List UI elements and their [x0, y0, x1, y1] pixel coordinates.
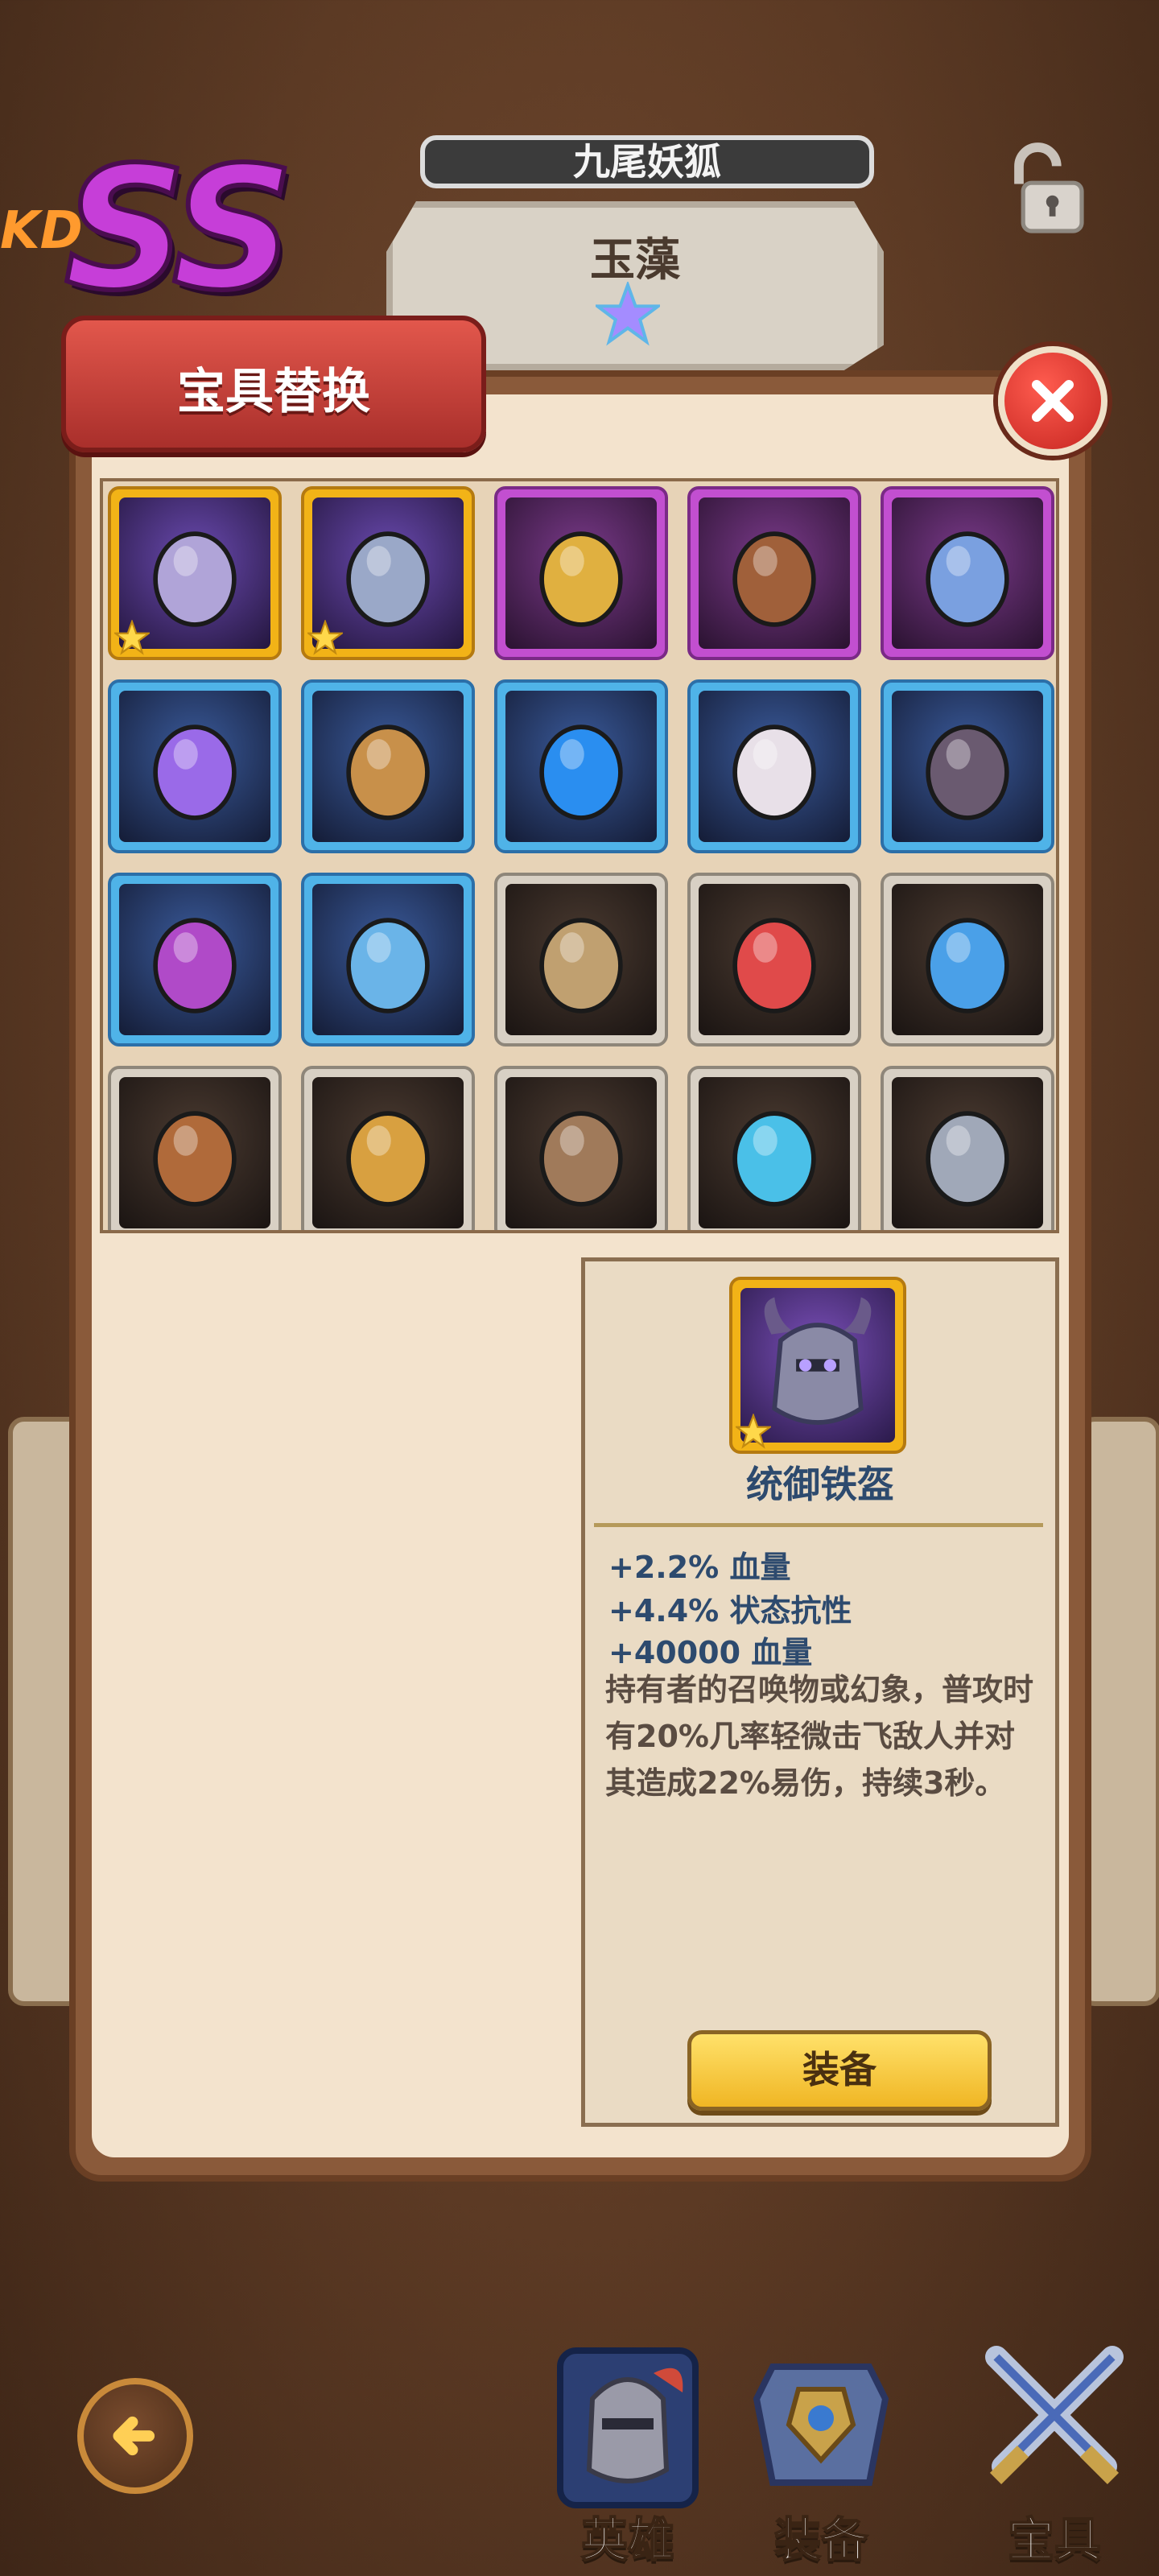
artifact-slot-golden-gauntlet[interactable] [494, 486, 668, 660]
artifact-slot-spiked-steel-armor[interactable] [301, 486, 475, 660]
stat-line: +40000 血量 [608, 1635, 813, 1670]
artifact-slot-bow[interactable] [108, 1066, 282, 1230]
stat-line: +2.2% 血量 [608, 1550, 791, 1585]
back-button[interactable] [77, 2378, 193, 2494]
red-crystal-icon [699, 884, 850, 1035]
artifact-slot-winged-dark-helmet[interactable] [687, 486, 861, 660]
water-drop-icon [505, 691, 657, 842]
rank-badge: SS [62, 130, 296, 328]
stat-line: +4.4% 状态抗性 [608, 1593, 852, 1629]
iron-sword-icon [892, 1077, 1043, 1228]
artifact-grid [100, 478, 1059, 1233]
artifact-slot-crystal-mace[interactable] [881, 486, 1054, 660]
artifact-slot-leather-armor[interactable] [494, 1066, 668, 1230]
knight-helmet-icon [557, 2347, 699, 2508]
artifact-slot-white-robe[interactable] [687, 679, 861, 853]
golden-gauntlet-icon [505, 497, 657, 649]
nav-equipment[interactable]: 装备 [724, 2334, 918, 2576]
hero-name: 九尾妖狐 [420, 135, 874, 188]
artifact-slot-bronze-ring[interactable] [494, 873, 668, 1046]
crystal-staff-icon [699, 1077, 850, 1228]
crystal-mace-icon [892, 497, 1043, 649]
leather-armor-icon [505, 1077, 657, 1228]
star-icon [114, 620, 150, 655]
bow-icon [119, 1077, 270, 1228]
back-arrow-icon [113, 2416, 155, 2456]
amethyst-ring-icon [119, 691, 270, 842]
artifact-slot-blue-crystal[interactable] [881, 873, 1054, 1046]
close-x-icon [1032, 380, 1074, 422]
star-rating-icon [596, 282, 660, 346]
nav-equipment-label: 装备 [773, 2512, 868, 2568]
bronze-ring-icon [505, 884, 657, 1035]
star-icon [736, 1414, 771, 1449]
nav-hero-label: 英雄 [580, 2512, 675, 2568]
artifact-slot-water-drop[interactable] [494, 679, 668, 853]
selected-artifact-icon [729, 1277, 906, 1454]
winged-dark-helmet-icon [699, 497, 850, 649]
artifact-slot-horned-dark-helmet[interactable] [108, 486, 282, 660]
artifact-description: 持有者的召唤物或幻象，普攻时有20%几率轻微击飞敌人并对其造成22%易伤，持续3… [605, 1672, 1034, 1801]
artifact-slot-dark-plate-armor[interactable] [881, 679, 1054, 853]
armor-chest-icon [753, 2363, 889, 2486]
star-icon [307, 620, 343, 655]
unlocked-padlock-icon[interactable] [998, 137, 1103, 242]
blue-crystal-icon [892, 884, 1043, 1035]
dark-plate-armor-icon [892, 691, 1043, 842]
nav-artifact[interactable]: 宝具 [958, 2334, 1151, 2576]
artifact-name: 统御铁盔 [746, 1463, 894, 1506]
artifact-slot-ice-sword[interactable] [301, 873, 475, 1046]
nav-hero[interactable]: 英雄 [531, 2334, 724, 2576]
dialog-title: 宝具替换 [177, 364, 370, 420]
artifact-slot-red-crystal[interactable] [687, 873, 861, 1046]
bronze-bracer-icon [312, 691, 464, 842]
ice-sword-icon [312, 884, 464, 1035]
nav-artifact-label: 宝具 [1007, 2512, 1102, 2568]
artifact-slot-purple-amulet[interactable] [108, 873, 282, 1046]
golden-coat-icon [312, 1077, 464, 1228]
white-robe-icon [699, 691, 850, 842]
artifact-slot-iron-sword[interactable] [881, 1066, 1054, 1230]
artifact-slot-golden-coat[interactable] [301, 1066, 475, 1230]
purple-amulet-icon [119, 884, 270, 1035]
equip-button[interactable]: 装备 [687, 2030, 992, 2111]
crossed-swords-icon [985, 2346, 1124, 2485]
close-button[interactable] [998, 346, 1107, 456]
detail-divider [594, 1523, 1043, 1527]
artifact-slot-crystal-staff[interactable] [687, 1066, 861, 1230]
artifact-slot-amethyst-ring[interactable] [108, 679, 282, 853]
artifact-slot-bronze-bracer[interactable] [301, 679, 475, 853]
hero-subname: 玉藻 [590, 234, 680, 287]
